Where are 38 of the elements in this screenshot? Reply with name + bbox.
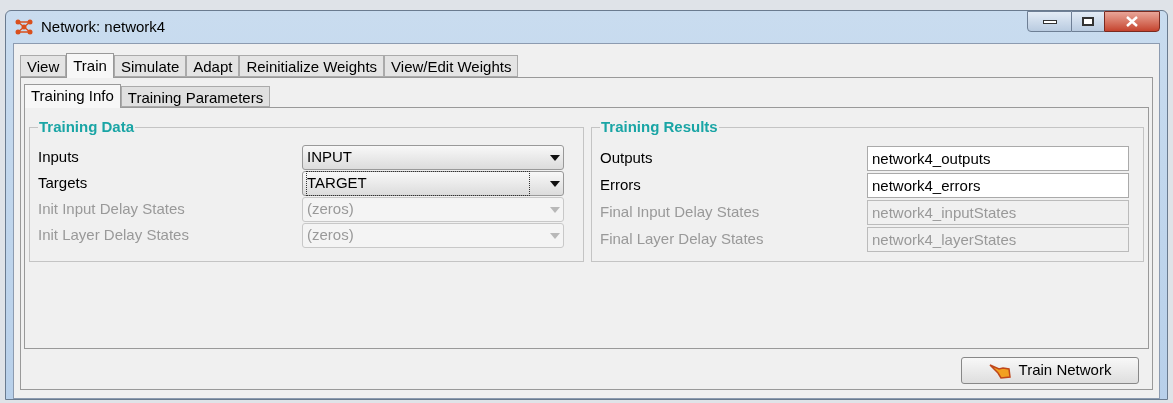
dropdown-caret-icon [550,180,560,187]
maximize-icon [1082,17,1094,26]
tab[interactable]: Reinitialize Weights [239,55,385,77]
dropdown-caret-icon [550,232,560,239]
window-title: Network: network4 [41,16,166,37]
dropdown-value: (zeros) [306,199,355,220]
dropdown-caret-icon [550,154,560,161]
panel-title: Training Results [600,117,719,137]
network-icon [15,19,33,35]
close-button[interactable] [1104,11,1160,32]
input-field[interactable]: network4_errors [867,172,1129,198]
maximize-button[interactable] [1072,11,1104,32]
dropdown[interactable]: INPUT [302,145,564,170]
tab[interactable]: Train [66,53,114,78]
hand-icon [988,362,1011,379]
train-network-button[interactable]: Train Network [961,357,1139,384]
field-label: Targets [38,173,89,194]
close-icon [1125,16,1139,27]
field-label: Final Layer Delay States [600,228,765,249]
field-label: Outputs [600,147,654,168]
field-label: Errors [600,174,642,195]
tab[interactable]: View/Edit Weights [384,55,519,77]
panel-title: Training Data [38,117,136,137]
minimize-icon [1042,19,1057,24]
minimize-button[interactable] [1027,11,1072,32]
dropdown-value: INPUT [306,147,353,168]
input-field[interactable]: network4_outputs [867,145,1129,171]
dropdown-value: (zeros) [306,225,355,246]
field-label: Final Input Delay States [600,201,761,222]
tab[interactable]: Simulate [113,55,187,77]
field-label: Inputs [38,147,80,168]
tab[interactable]: View [20,55,67,77]
field-label: Init Input Delay States [38,199,186,220]
dropdown-caret-icon [550,206,560,213]
sub-tab[interactable]: Training Info [24,84,121,108]
sub-tab[interactable]: Training Parameters [120,86,271,107]
tab[interactable]: Adapt [186,55,240,77]
field-label: Init Layer Delay States [38,225,190,246]
